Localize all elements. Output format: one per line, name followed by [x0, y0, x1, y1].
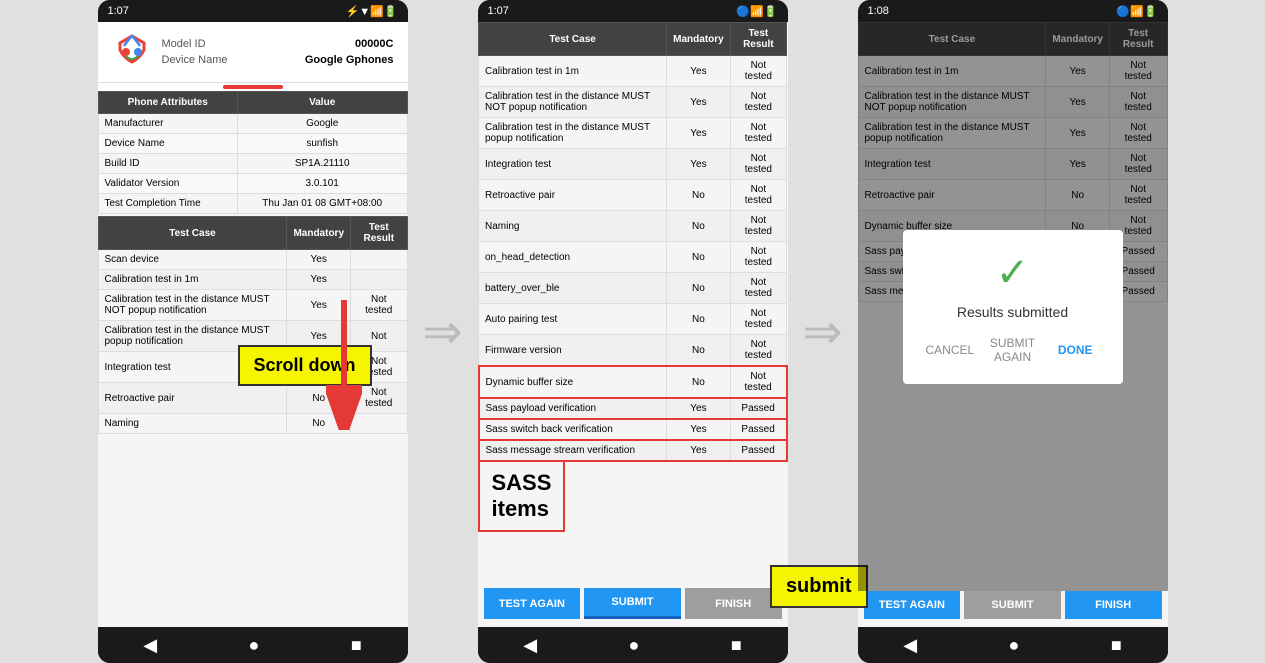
status-icons-2: 🔵📶🔋 — [736, 5, 777, 18]
phone-1: 1:07 ⚡▼📶🔋 Model ID 00000C — [98, 0, 408, 663]
test-col-1: Test Case — [98, 217, 287, 250]
phone-content-2: Test Case Mandatory Test Result Calibrat… — [478, 22, 788, 627]
scroll-bar-1 — [223, 85, 283, 89]
test2-col-1: Test Case — [479, 23, 667, 56]
table-row: Integration testYesNot tested — [479, 149, 787, 180]
sass-row-2: Sass switch back verificationYesPassed — [479, 419, 787, 440]
table-row: Calibration test in the distance MUST NO… — [98, 290, 407, 321]
signal-icon-2: 🔵📶🔋 — [736, 5, 777, 18]
table-row: Validator Version3.0.101 — [98, 174, 407, 194]
test-col-3: Test Result — [351, 217, 408, 250]
square-button-2[interactable]: ■ — [731, 635, 742, 656]
signal-icon-3: 🔵📶🔋 — [1116, 5, 1157, 18]
table-row: on_head_detectionNoNot tested — [479, 242, 787, 273]
phone-frame-2: 1:07 🔵📶🔋 Test Case Mandatory Test Result… — [478, 0, 788, 663]
test-again-button-2[interactable]: TEST AGAIN — [484, 588, 581, 619]
time-3: 1:08 — [868, 5, 889, 17]
table-row: NamingNo — [98, 414, 407, 434]
test-table-1: Test Case Mandatory Test Result Scan dev… — [98, 216, 408, 434]
back-button-2[interactable]: ◀ — [523, 635, 537, 656]
finish-button-3[interactable]: FINISH — [1065, 591, 1162, 619]
model-id-value: 00000C — [355, 38, 394, 50]
device-logo-icon — [112, 32, 152, 72]
finish-button-2[interactable]: FINISH — [685, 588, 782, 619]
test-col-2: Mandatory — [287, 217, 351, 250]
bottom-nav-2: ◀ ● ■ — [478, 627, 788, 663]
status-bar-3: 1:08 🔵📶🔋 — [858, 0, 1168, 22]
model-id-label: Model ID — [162, 38, 206, 50]
table-row: Device Namesunfish — [98, 134, 407, 154]
back-button-1[interactable]: ◀ — [143, 635, 157, 656]
test-table-2: Test Case Mandatory Test Result Calibrat… — [478, 22, 788, 462]
device-name-value: Google Gphones — [305, 54, 394, 66]
table-row: Dynamic buffer sizeNoNot tested — [479, 366, 787, 398]
check-icon: ✓ — [923, 250, 1103, 296]
table-row: Calibration test in the distance MUST po… — [98, 321, 407, 352]
attr-col-header-1: Phone Attributes — [98, 92, 237, 114]
dialog-buttons: CANCEL SUBMIT AGAIN DONE — [923, 336, 1103, 364]
table-row: Firmware versionNoNot tested — [479, 335, 787, 367]
scroll-indicator-1 — [98, 83, 408, 91]
phone-3: 1:08 🔵📶🔋 Test Case Mandatory Test Result… — [858, 0, 1168, 663]
submit-button-3[interactable]: SUBMIT — [964, 591, 1061, 619]
time-1: 1:07 — [108, 5, 129, 17]
bottom-nav-3: ◀ ● ■ — [858, 627, 1168, 663]
dialog-title: Results submitted — [923, 304, 1103, 320]
dialog-done-button[interactable]: DONE — [1048, 336, 1103, 364]
table-row: Retroactive pairNoNot tested — [479, 180, 787, 211]
arrow-1: ⇒ — [408, 0, 478, 663]
arrow-icon-1: ⇒ — [422, 304, 462, 360]
dialog-submit-again-button[interactable]: SUBMIT AGAIN — [985, 336, 1040, 364]
sass-row-1: Sass payload verificationYesPassed — [479, 398, 787, 419]
back-button-3[interactable]: ◀ — [903, 635, 917, 656]
sass-row-3: Sass message stream verificationYesPasse… — [479, 440, 787, 461]
status-bar-1: 1:07 ⚡▼📶🔋 — [98, 0, 408, 22]
phone-frame-3: 1:08 🔵📶🔋 Test Case Mandatory Test Result… — [858, 0, 1168, 663]
table-row: Test Completion TimeThu Jan 01 08 GMT+08… — [98, 194, 407, 214]
dialog-overlay: ✓ Results submitted CANCEL SUBMIT AGAIN … — [858, 22, 1168, 591]
table-row: battery_over_bleNoNot tested — [479, 273, 787, 304]
test2-col-2: Mandatory — [667, 23, 731, 56]
arrow-2: ⇒ — [788, 0, 858, 663]
table-row: ManufacturerGoogle — [98, 114, 407, 134]
test2-col-3: Test Result — [730, 23, 786, 56]
phone-frame-1: 1:07 ⚡▼📶🔋 Model ID 00000C — [98, 0, 408, 663]
table-row: Auto pairing testNoNot tested — [479, 304, 787, 335]
attr-col-header-2: Value — [237, 92, 407, 114]
home-button-2[interactable]: ● — [629, 635, 640, 656]
phone-content-3: Test Case Mandatory Test Result Calibrat… — [858, 22, 1168, 627]
table-row: Scan deviceYes — [98, 250, 407, 270]
status-icons-3: 🔵📶🔋 — [1116, 5, 1157, 18]
device-info-1: Model ID 00000C Device Name Google Gphon… — [162, 38, 394, 66]
attr-table-1: Phone Attributes Value ManufacturerGoogl… — [98, 91, 408, 214]
table-row: Build IDSP1A.21110 — [98, 154, 407, 174]
test-again-button-3[interactable]: TEST AGAIN — [864, 591, 961, 619]
status-bar-2: 1:07 🔵📶🔋 — [478, 0, 788, 22]
submit-button-2[interactable]: SUBMIT — [584, 588, 681, 619]
signal-icon-1: ⚡▼📶🔋 — [346, 5, 398, 18]
table-row: NamingNoNot tested — [479, 211, 787, 242]
table-row: Retroactive pairNoNot tested — [98, 383, 407, 414]
table-row: Integration testYesNot tested — [98, 352, 407, 383]
bottom-nav-1: ◀ ● ■ — [98, 627, 408, 663]
square-button-1[interactable]: ■ — [351, 635, 362, 656]
home-button-1[interactable]: ● — [249, 635, 260, 656]
device-card-1: Model ID 00000C Device Name Google Gphon… — [98, 22, 408, 83]
phone-2: 1:07 🔵📶🔋 Test Case Mandatory Test Result… — [478, 0, 788, 663]
time-2: 1:07 — [488, 5, 509, 17]
table-row: Calibration test in 1mYesNot tested — [479, 56, 787, 87]
arrow-icon-2: ⇒ — [802, 304, 842, 360]
status-icons-1: ⚡▼📶🔋 — [346, 5, 398, 18]
results-dialog: ✓ Results submitted CANCEL SUBMIT AGAIN … — [903, 230, 1123, 384]
table-row: Calibration test in 1mYes — [98, 270, 407, 290]
home-button-3[interactable]: ● — [1009, 635, 1020, 656]
table-row: Calibration test in the distance MUST po… — [479, 118, 787, 149]
action-buttons-2: TEST AGAIN SUBMIT FINISH — [478, 580, 788, 627]
square-button-3[interactable]: ■ — [1111, 635, 1122, 656]
device-name-label: Device Name — [162, 54, 228, 66]
table-row: Calibration test in the distance MUST NO… — [479, 87, 787, 118]
dialog-cancel-button[interactable]: CANCEL — [923, 336, 978, 364]
phone-content-1: Model ID 00000C Device Name Google Gphon… — [98, 22, 408, 627]
